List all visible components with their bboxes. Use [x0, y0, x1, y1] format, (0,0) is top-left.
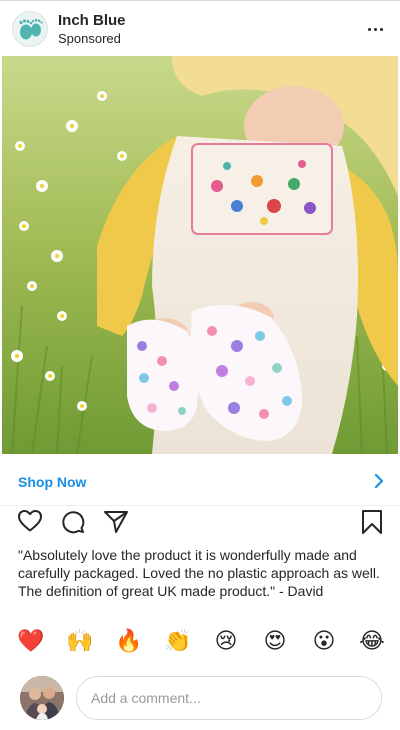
- user-avatar-image: [20, 676, 64, 720]
- chevron-right-icon[interactable]: [374, 473, 384, 489]
- bookmark-icon[interactable]: [361, 509, 383, 535]
- post-actions: [0, 506, 400, 540]
- shop-now-label[interactable]: Shop Now: [18, 474, 86, 490]
- reaction-surprised-face[interactable]: 😮: [310, 628, 338, 656]
- reaction-tears-of-joy[interactable]: 😂: [358, 628, 386, 656]
- reaction-clapping-hands[interactable]: 👏: [164, 628, 192, 656]
- quick-reactions: ❤️ 🙌 🔥 👏 😢 😍 😮 😂: [0, 628, 400, 658]
- sponsored-label: Sponsored: [58, 31, 121, 46]
- post-caption: "Absolutely love the product it is wonde…: [18, 547, 380, 599]
- share-send-icon[interactable]: [103, 509, 129, 535]
- user-avatar: [20, 676, 64, 720]
- more-dot-icon: [379, 27, 383, 31]
- comment-input[interactable]: [76, 676, 382, 720]
- more-dot-icon: [367, 27, 371, 31]
- footprints-logo-icon: [19, 18, 43, 40]
- more-options-button[interactable]: [362, 19, 388, 39]
- comment-icon[interactable]: [60, 509, 86, 535]
- photo-illustration: [2, 56, 398, 454]
- shop-now-bar[interactable]: Shop Now: [0, 456, 400, 506]
- reaction-fire[interactable]: 🔥: [115, 628, 143, 656]
- post-photo[interactable]: [2, 56, 398, 454]
- add-comment-row: [0, 672, 400, 728]
- account-name[interactable]: Inch Blue: [58, 12, 126, 29]
- reaction-red-heart[interactable]: ❤️: [17, 628, 45, 656]
- reaction-heart-eyes[interactable]: 😍: [261, 628, 289, 656]
- brand-avatar[interactable]: [12, 11, 48, 47]
- like-heart-icon[interactable]: [17, 509, 43, 533]
- post-header: Inch Blue Sponsored: [0, 0, 400, 56]
- reaction-crying-face[interactable]: 😢: [212, 628, 240, 656]
- more-dot-icon: [373, 27, 377, 31]
- reaction-raising-hands[interactable]: 🙌: [66, 628, 94, 656]
